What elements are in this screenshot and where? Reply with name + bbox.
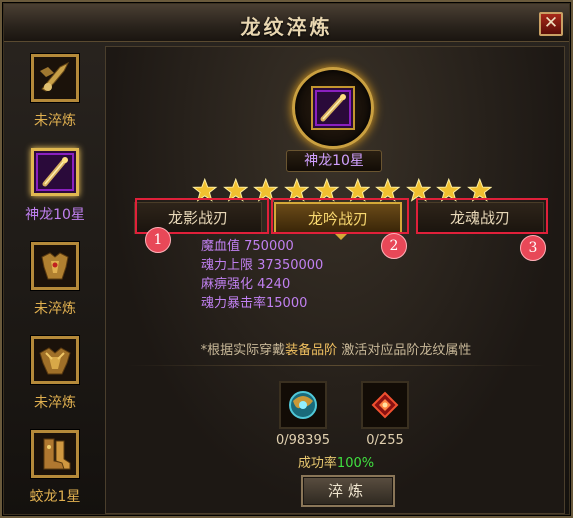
armor-icon[interactable] <box>31 242 79 290</box>
success-rate: 成功率100% <box>106 452 566 471</box>
sidebar-item-label: 未淬炼 <box>34 395 76 411</box>
success-rate-value: 100% <box>336 456 375 471</box>
hint-text: *根据实际穿戴装备品阶 激活对应品阶龙纹属性 <box>106 339 566 358</box>
sidebar-item-4[interactable]: 未淬炼 <box>14 328 96 422</box>
close-icon: ✕ <box>543 13 559 33</box>
sidebar-item-label: 未淬炼 <box>34 301 76 317</box>
star-icon <box>375 177 401 202</box>
sidebar-item-5[interactable]: 蛟龙1星 <box>14 422 96 516</box>
star-icon <box>436 177 462 202</box>
tab-label: 龙魂战刃 <box>449 209 510 227</box>
dragon-temper-window: 龙纹淬炼 ✕ 未淬炼 神龙10星 未淬炼 未淬炼 蛟龙1星 神龙10星 龙影战刃… <box>0 0 573 518</box>
blade-icon[interactable] <box>31 54 79 102</box>
badge-3: 3 <box>520 235 546 261</box>
star-icon <box>253 177 279 202</box>
hint-prefix: *根据实际穿戴 <box>200 343 286 358</box>
star-icon <box>222 177 248 202</box>
attribute-line: 魔血值 750000 <box>201 239 294 254</box>
star-icon <box>314 177 340 202</box>
equipment-name: 神龙10星 <box>286 150 382 172</box>
sidebar-item-label: 未淬炼 <box>34 113 76 129</box>
boots-icon[interactable] <box>31 430 79 478</box>
success-rate-label: 成功率 <box>297 456 337 471</box>
badge-1: 1 <box>145 227 171 253</box>
attribute-list: 魔血值 750000 魂力上限 37350000 麻痹强化 4240 魂力暴击率… <box>201 237 323 313</box>
sidebar-item-2[interactable]: 神龙10星 <box>14 140 96 234</box>
close-button[interactable]: ✕ <box>539 12 563 36</box>
title-bar: 龙纹淬炼 ✕ <box>4 4 569 42</box>
sidebar-item-label: 蛟龙1星 <box>29 489 81 505</box>
sidebar-item-1[interactable]: 未淬炼 <box>14 46 96 140</box>
attribute-line: 魂力暴击率15000 <box>201 296 308 311</box>
star-rating <box>192 177 492 203</box>
hint-highlight: 装备品阶 <box>285 343 338 358</box>
window-title: 龙纹淬炼 <box>240 15 333 39</box>
temper-button[interactable]: 淬炼 <box>301 475 395 507</box>
tab-label: 龙吟战刃 <box>307 210 368 228</box>
tab-label: 龙影战刃 <box>167 209 228 227</box>
main-panel: 神龙10星 龙影战刃 龙吟战刃 龙魂战刃 1 2 3 魔血值 750000 魂力… <box>105 46 565 514</box>
sidebar-item-label: 神龙10星 <box>25 207 85 223</box>
crystal-icon[interactable] <box>361 381 409 429</box>
staff-icon[interactable] <box>31 148 79 196</box>
attribute-line: 魂力上限 37350000 <box>201 258 324 273</box>
equipment-sidebar: 未淬炼 神龙10星 未淬炼 未淬炼 蛟龙1星 <box>14 46 96 516</box>
staff-icon[interactable] <box>311 86 355 130</box>
star-icon <box>405 177 431 202</box>
material-count: 0/255 <box>366 433 404 448</box>
star-icon <box>283 177 309 202</box>
active-tab-pointer <box>334 233 348 240</box>
star-icon <box>192 177 218 202</box>
tab-dragon-roar-blade[interactable]: 龙吟战刃 <box>274 202 402 234</box>
sidebar-item-3[interactable]: 未淬炼 <box>14 234 96 328</box>
tab-dragon-soul-blade[interactable]: 龙魂战刃 <box>416 202 544 234</box>
badge-2: 2 <box>381 233 407 259</box>
star-icon <box>344 177 370 202</box>
hint-suffix: 激活对应品阶龙纹属性 <box>337 343 472 358</box>
star-icon <box>466 177 492 202</box>
center-equipment-ring <box>292 67 374 149</box>
orb-icon[interactable] <box>279 381 327 429</box>
divider <box>126 365 546 366</box>
armor-icon[interactable] <box>31 336 79 384</box>
attribute-line: 麻痹强化 4240 <box>201 277 291 292</box>
material-count: 0/98395 <box>275 433 330 448</box>
